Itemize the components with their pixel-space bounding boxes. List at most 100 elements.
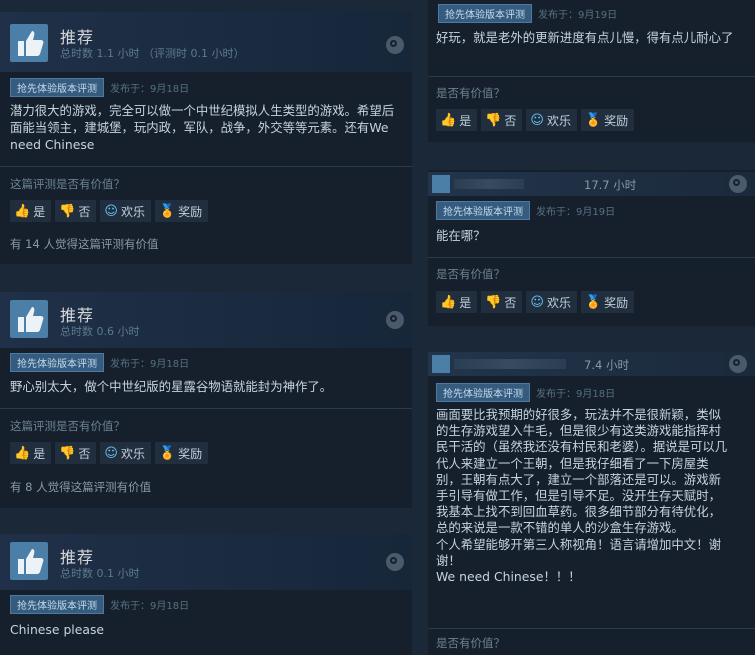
smile-icon: ☺ xyxy=(530,294,544,310)
vote-funny-label: 欢乐 xyxy=(120,446,145,461)
review-content: 画面要比我预期的好很多，玩法并不是很新颖，类似的生存游戏望入牛毛，但是很少有这类… xyxy=(436,407,728,585)
award-button[interactable]: 🏅 奖励 xyxy=(580,291,635,313)
review-content: Chinese please xyxy=(10,622,105,637)
vote-yes-button[interactable]: 👍 是 xyxy=(10,200,52,222)
vote-funny-label: 欢乐 xyxy=(546,295,571,310)
posted-date: 发布于：9月18日 xyxy=(536,389,616,400)
review-hours: 17.7 小时 xyxy=(584,178,637,192)
award-icon: 🏅 xyxy=(584,112,602,128)
thumbs-up-icon xyxy=(10,542,48,580)
thumbs-down-icon: 👎 xyxy=(485,112,502,128)
smile-icon: ☺ xyxy=(104,203,118,219)
review-card: 7.4 小时 抢先体验版本评测 发布于：9月18日 画面要比我预期的好很多，玩法… xyxy=(428,352,755,655)
review-author-bar: 7.4 小时 xyxy=(428,352,755,376)
thumbs-up-icon: 👍 xyxy=(14,445,31,461)
early-access-badge: 抢先体验版本评测 xyxy=(10,78,104,97)
review-hours: 总时数 0.6 小时 xyxy=(60,325,140,338)
vote-buttons: 👍 是 👎 否 ☺ 欢乐 🏅 奖励 xyxy=(10,442,209,464)
vote-yes-label: 是 xyxy=(33,446,46,461)
award-icon: 🏅 xyxy=(158,445,176,461)
vote-no-button[interactable]: 👎 否 xyxy=(55,200,97,222)
vote-funny-button[interactable]: ☺ 欢乐 xyxy=(526,291,577,313)
early-access-badge: 抢先体验版本评测 xyxy=(436,383,530,402)
review-hours: 总时数 0.1 小时 xyxy=(60,567,140,580)
vote-yes-button[interactable]: 👍 是 xyxy=(436,109,478,131)
thumbs-up-icon: 👍 xyxy=(440,294,457,310)
review-hours: 总时数 1.1 小时 （评测时 0.1 小时） xyxy=(60,47,245,60)
vote-no-label: 否 xyxy=(504,113,517,128)
vote-no-button[interactable]: 👎 否 xyxy=(481,109,523,131)
review-content: 潜力很大的游戏，完全可以做一个中世纪模拟人生类型的游戏。希望后面能当领主，建城堡… xyxy=(10,103,395,152)
steam-icon xyxy=(386,36,404,54)
posted-date: 发布于：9月18日 xyxy=(110,359,190,370)
review-meta: 抢先体验版本评测 发布于：9月18日 xyxy=(436,383,615,402)
review-meta: 抢先体验版本评测 发布于：9月19日 xyxy=(438,4,617,23)
vote-no-button[interactable]: 👎 否 xyxy=(481,291,523,313)
vote-yes-button[interactable]: 👍 是 xyxy=(10,442,52,464)
divider xyxy=(428,76,755,77)
helpful-question: 是否有价值？ xyxy=(436,267,505,281)
early-access-badge: 抢先体验版本评测 xyxy=(436,201,530,220)
review-author-bar: 17.7 小时 xyxy=(428,172,755,196)
vote-funny-button[interactable]: ☺ 欢乐 xyxy=(526,109,577,131)
review-card: 抢先体验版本评测 发布于：9月19日 好玩，就是老外的更新进度有点儿慢，得有点儿… xyxy=(428,0,755,142)
posted-date: 发布于：9月18日 xyxy=(110,84,190,95)
award-icon: 🏅 xyxy=(158,203,176,219)
vote-no-button[interactable]: 👎 否 xyxy=(55,442,97,464)
review-card: 推荐 总时数 0.6 小时 抢先体验版本评测 发布于：9月18日 野心别太大，做… xyxy=(0,292,412,508)
award-button[interactable]: 🏅 奖励 xyxy=(154,442,209,464)
vote-no-label: 否 xyxy=(78,204,91,219)
posted-date: 发布于：9月19日 xyxy=(538,10,618,21)
thumbs-up-icon: 👍 xyxy=(14,203,31,219)
review-content: 能在哪？ xyxy=(436,228,486,243)
vote-no-label: 否 xyxy=(504,295,517,310)
early-access-badge: 抢先体验版本评测 xyxy=(10,595,104,614)
author-name-blurred xyxy=(454,179,524,189)
helpful-count: 有 8 人觉得这篇评测有价值 xyxy=(10,480,152,494)
vote-funny-label: 欢乐 xyxy=(546,113,571,128)
early-access-badge: 抢先体验版本评测 xyxy=(438,4,532,23)
thumbs-down-icon: 👎 xyxy=(59,445,76,461)
review-card: 17.7 小时 抢先体验版本评测 发布于：9月19日 能在哪？ 是否有价值？ 👍… xyxy=(428,170,755,326)
vote-funny-button[interactable]: ☺ 欢乐 xyxy=(100,200,151,222)
thumbs-up-icon xyxy=(432,355,450,373)
award-icon: 🏅 xyxy=(584,294,602,310)
vote-buttons: 👍 是 👎 否 ☺ 欢乐 🏅 奖励 xyxy=(10,200,209,222)
vote-funny-label: 欢乐 xyxy=(120,204,145,219)
smile-icon: ☺ xyxy=(530,112,544,128)
award-button[interactable]: 🏅 奖励 xyxy=(154,200,209,222)
review-meta: 抢先体验版本评测 发布于：9月18日 xyxy=(10,595,189,614)
steam-icon xyxy=(729,355,747,373)
thumbs-up-icon: 👍 xyxy=(440,112,457,128)
posted-date: 发布于：9月18日 xyxy=(110,601,190,612)
early-access-badge: 抢先体验版本评测 xyxy=(10,353,104,372)
smile-icon: ☺ xyxy=(104,445,118,461)
thumbs-up-icon xyxy=(10,300,48,338)
steam-icon xyxy=(386,311,404,329)
review-meta: 抢先体验版本评测 发布于：9月19日 xyxy=(436,201,615,220)
award-label: 奖励 xyxy=(604,295,629,310)
vote-buttons: 👍 是 👎 否 ☺ 欢乐 🏅 奖励 xyxy=(436,109,635,131)
helpful-question: 是否有价值？ xyxy=(436,86,505,100)
review-card: 推荐 总时数 1.1 小时 （评测时 0.1 小时） 抢先体验版本评测 发布于：… xyxy=(0,12,412,264)
award-label: 奖励 xyxy=(604,113,629,128)
helpful-question: 是否有价值？ xyxy=(436,636,505,650)
vote-no-label: 否 xyxy=(78,446,91,461)
helpful-question: 这篇评测是否有价值？ xyxy=(10,419,125,433)
steam-icon xyxy=(729,175,747,193)
vote-funny-button[interactable]: ☺ 欢乐 xyxy=(100,442,151,464)
review-hours: 7.4 小时 xyxy=(584,358,629,372)
vote-yes-label: 是 xyxy=(459,295,472,310)
award-label: 奖励 xyxy=(178,446,203,461)
vote-yes-label: 是 xyxy=(33,204,46,219)
award-label: 奖励 xyxy=(178,204,203,219)
vote-yes-button[interactable]: 👍 是 xyxy=(436,291,478,313)
review-card: 推荐 总时数 0.1 小时 抢先体验版本评测 发布于：9月18日 Chinese… xyxy=(0,534,412,655)
vote-buttons: 👍 是 👎 否 ☺ 欢乐 🏅 奖励 xyxy=(436,291,635,313)
award-button[interactable]: 🏅 奖励 xyxy=(580,109,635,131)
divider xyxy=(428,257,755,258)
steam-icon xyxy=(386,553,404,571)
helpful-count: 有 14 人觉得这篇评测有价值 xyxy=(10,237,159,251)
thumbs-down-icon: 👎 xyxy=(59,203,76,219)
review-meta: 抢先体验版本评测 发布于：9月18日 xyxy=(10,353,189,372)
